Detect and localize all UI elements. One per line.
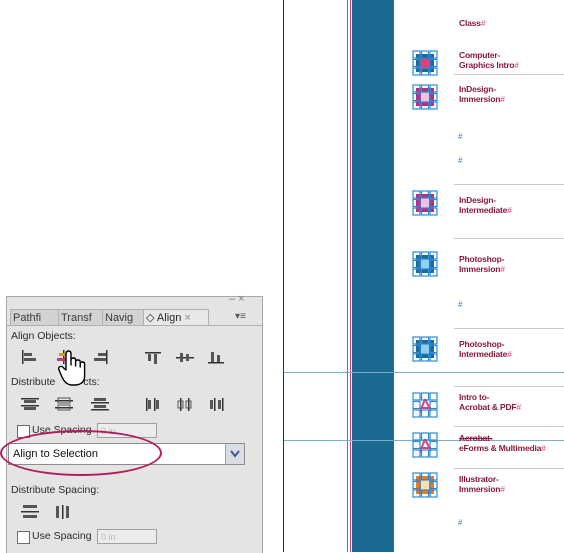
distribute-spacing-heading: Distribute Spacing: <box>11 484 100 496</box>
paragraph-mark: # <box>458 156 463 165</box>
row-separator <box>454 238 564 239</box>
course-label[interactable]: Photoshop- Immersion# <box>459 254 505 274</box>
table-header: Class# <box>459 18 486 28</box>
distribute-horizontal-space-button[interactable] <box>51 503 77 521</box>
align-vertical-centers-button[interactable] <box>172 348 198 366</box>
tab-pathfinder[interactable]: Pathfi <box>10 309 60 326</box>
row-separator <box>454 184 564 185</box>
photoshop-icon[interactable] <box>412 336 438 362</box>
margin-guide <box>350 0 351 552</box>
indesign-icon[interactable] <box>412 84 438 110</box>
photoshop-icon[interactable] <box>412 251 438 277</box>
acrobat-icon[interactable] <box>412 432 438 458</box>
align-left-edges-button[interactable] <box>17 348 43 366</box>
paragraph-mark: # <box>458 300 463 309</box>
panel-tab-strip: Pathfi Transf Navig ◇ Align × ▾≡ <box>7 307 262 326</box>
paragraph-mark: # <box>458 518 463 527</box>
indesign-icon[interactable] <box>412 190 438 216</box>
panel-menu-icon[interactable]: ▾≡ <box>235 311 246 322</box>
tab-navigator[interactable]: Navig <box>102 309 146 326</box>
tab-align[interactable]: ◇ Align × <box>143 309 209 326</box>
align-bottom-edges-button[interactable] <box>203 348 229 366</box>
highlight-ellipse <box>0 430 162 476</box>
tab-close-icon[interactable]: × <box>184 312 190 324</box>
panel-title-bar[interactable]: – × <box>7 293 262 307</box>
distribute-vertical-space-button[interactable] <box>17 503 43 521</box>
distribute-right-edges-button[interactable] <box>203 395 229 413</box>
distribute-spacing-field-2[interactable]: 0 in <box>97 529 157 544</box>
hand-cursor-icon <box>56 348 90 388</box>
use-spacing-label-2: Use Spacing <box>32 530 92 542</box>
row-separator <box>454 426 564 427</box>
distribute-vertical-centers-button[interactable] <box>51 395 77 413</box>
align-panel: – × Pathfi Transf Navig ◇ Align × ▾≡ Ali… <box>6 293 263 553</box>
course-label[interactable]: InDesign- Immersion# <box>459 84 505 104</box>
collapse-close-controls[interactable]: – × <box>229 293 245 305</box>
course-label[interactable]: Computer- Graphics Intro# <box>459 50 519 70</box>
use-spacing-checkbox-2[interactable] <box>17 531 30 544</box>
course-label[interactable]: Acrobat-eForms & Multimedia# <box>459 433 546 453</box>
blue-column <box>352 0 394 552</box>
chevron-down-icon[interactable] <box>225 444 244 464</box>
align-objects-heading: Align Objects: <box>11 330 76 342</box>
course-label[interactable]: Intro to- Acrobat & PDF# <box>459 392 521 412</box>
horizontal-guide <box>284 372 564 373</box>
tab-transform[interactable]: Transf <box>58 309 104 326</box>
distribute-left-edges-button[interactable] <box>140 395 166 413</box>
row-separator <box>454 328 564 329</box>
row-separator <box>454 386 564 387</box>
margin-guide <box>347 0 348 552</box>
align-right-edges-button[interactable] <box>87 348 113 366</box>
course-label[interactable]: Photoshop- Intermediate# <box>459 339 512 359</box>
distribute-top-edges-button[interactable] <box>17 395 43 413</box>
course-label[interactable]: InDesign- Intermediate# <box>459 195 512 215</box>
row-separator <box>454 74 564 75</box>
align-top-edges-button[interactable] <box>140 348 166 366</box>
tab-divider <box>7 325 262 326</box>
computer-graphics-icon[interactable] <box>412 50 438 76</box>
course-label[interactable]: Illustrator- Immersion# <box>459 474 505 494</box>
acrobat-icon[interactable] <box>412 392 438 418</box>
document-page: Class# Computer- Graphics Intro# InDesign… <box>283 0 564 552</box>
paragraph-mark: # <box>458 132 463 141</box>
distribute-bottom-edges-button[interactable] <box>87 395 113 413</box>
row-separator <box>454 468 564 469</box>
illustrator-icon[interactable] <box>412 472 438 498</box>
distribute-horizontal-centers-button[interactable] <box>172 395 198 413</box>
